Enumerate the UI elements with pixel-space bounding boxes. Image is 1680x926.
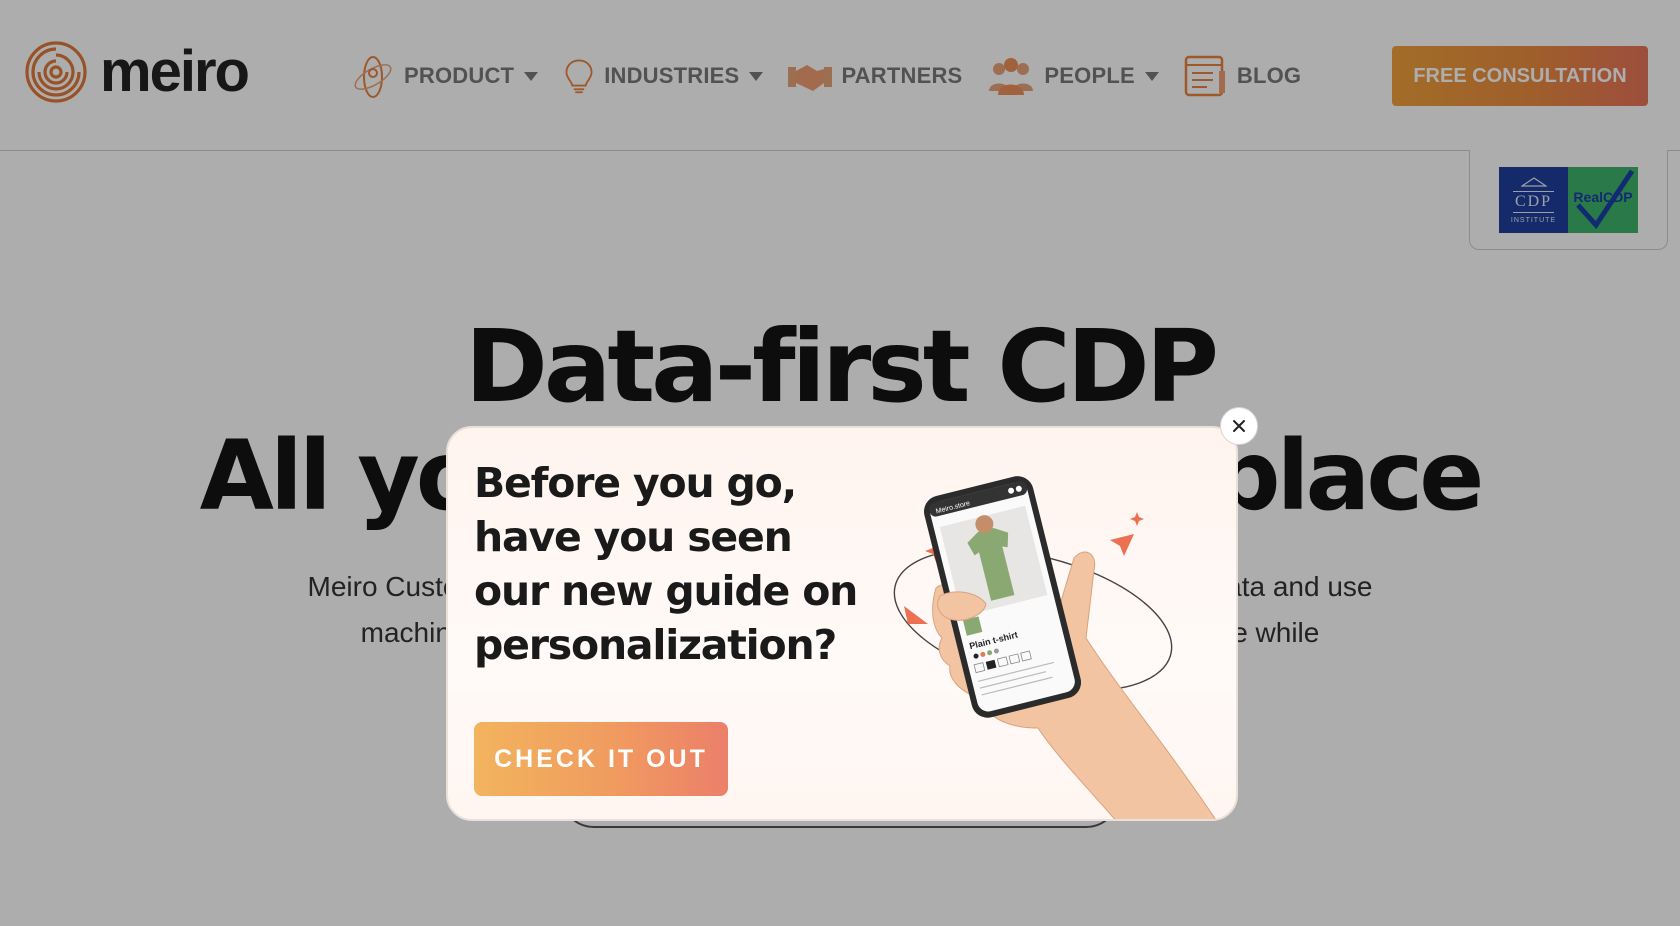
exit-intent-popup: Before you go, have you seen our new gui…	[446, 426, 1238, 821]
close-icon	[1233, 420, 1245, 432]
paper-plane-icon	[1110, 534, 1134, 556]
page: meiro PRODUCT INDUSTRIES PARTNERS PEOPLE…	[0, 0, 1680, 926]
phone-in-hand-illustration: Meiro.store Plain t-shirt	[893, 476, 1216, 819]
paper-plane-icon	[904, 606, 928, 624]
close-popup-button[interactable]	[1220, 407, 1258, 445]
sparkle-icon	[1130, 512, 1144, 526]
check-it-out-button[interactable]: CHECK IT OUT	[474, 722, 728, 796]
popup-title: Before you go, have you seen our new gui…	[474, 459, 858, 669]
